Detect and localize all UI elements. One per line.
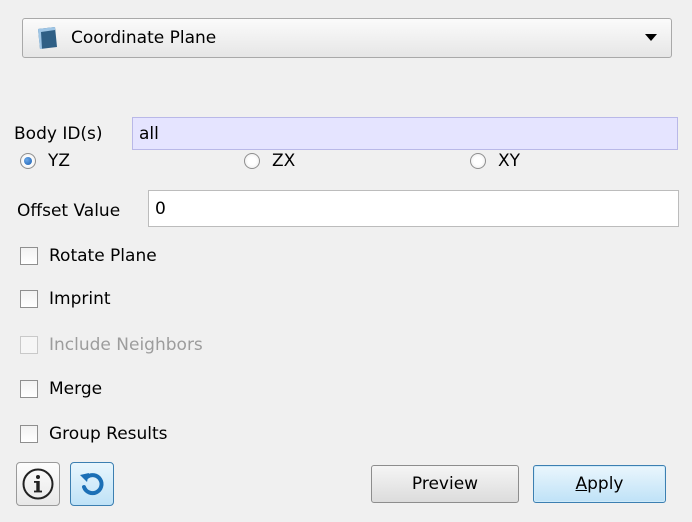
offset-value-input[interactable]: [148, 190, 679, 227]
group-results-checkbox[interactable]: Group Results: [20, 423, 168, 445]
rotate-plane-label: Rotate Plane: [49, 246, 157, 266]
radio-xy-label: XY: [498, 151, 521, 171]
body-ids-label: Body ID(s): [14, 124, 103, 144]
radio-zx-label: ZX: [272, 151, 296, 171]
radio-zx[interactable]: ZX: [244, 150, 295, 172]
offset-value-label: Offset Value: [17, 201, 121, 221]
apply-button[interactable]: Apply: [533, 465, 666, 503]
preview-button-label: Preview: [411, 474, 479, 494]
merge-label: Merge: [49, 379, 103, 399]
reset-button[interactable]: [70, 462, 114, 506]
imprint-label: Imprint: [49, 289, 111, 309]
radio-yz[interactable]: YZ: [20, 150, 70, 172]
preview-button[interactable]: Preview: [371, 465, 519, 503]
include-neighbors-box: [20, 336, 38, 354]
geometry-type-dropdown[interactable]: Coordinate Plane: [22, 18, 672, 58]
radio-xy-button[interactable]: [470, 153, 486, 169]
imprint-box[interactable]: [20, 290, 38, 308]
radio-xy[interactable]: XY: [470, 150, 520, 172]
undo-icon: [80, 473, 104, 496]
radio-yz-label: YZ: [48, 151, 71, 171]
rotate-plane-box[interactable]: [20, 247, 38, 265]
apply-button-label: Apply: [575, 474, 624, 494]
info-icon: [22, 468, 54, 500]
group-results-label: Group Results: [49, 424, 168, 444]
info-button[interactable]: [16, 462, 60, 506]
radio-yz-button[interactable]: [20, 153, 36, 169]
rotate-plane-checkbox[interactable]: Rotate Plane: [20, 245, 157, 267]
imprint-checkbox[interactable]: Imprint: [20, 288, 111, 310]
body-ids-input[interactable]: [132, 117, 678, 150]
merge-box[interactable]: [20, 380, 38, 398]
chevron-down-icon[interactable]: [645, 34, 657, 41]
plane-icon: [35, 26, 59, 50]
radio-zx-button[interactable]: [244, 153, 260, 169]
dropdown-selected-label: Coordinate Plane: [71, 28, 217, 48]
group-results-box[interactable]: [20, 425, 38, 443]
include-neighbors-label: Include Neighbors: [49, 335, 203, 355]
merge-checkbox[interactable]: Merge: [20, 378, 102, 400]
include-neighbors-checkbox: Include Neighbors: [20, 334, 203, 356]
